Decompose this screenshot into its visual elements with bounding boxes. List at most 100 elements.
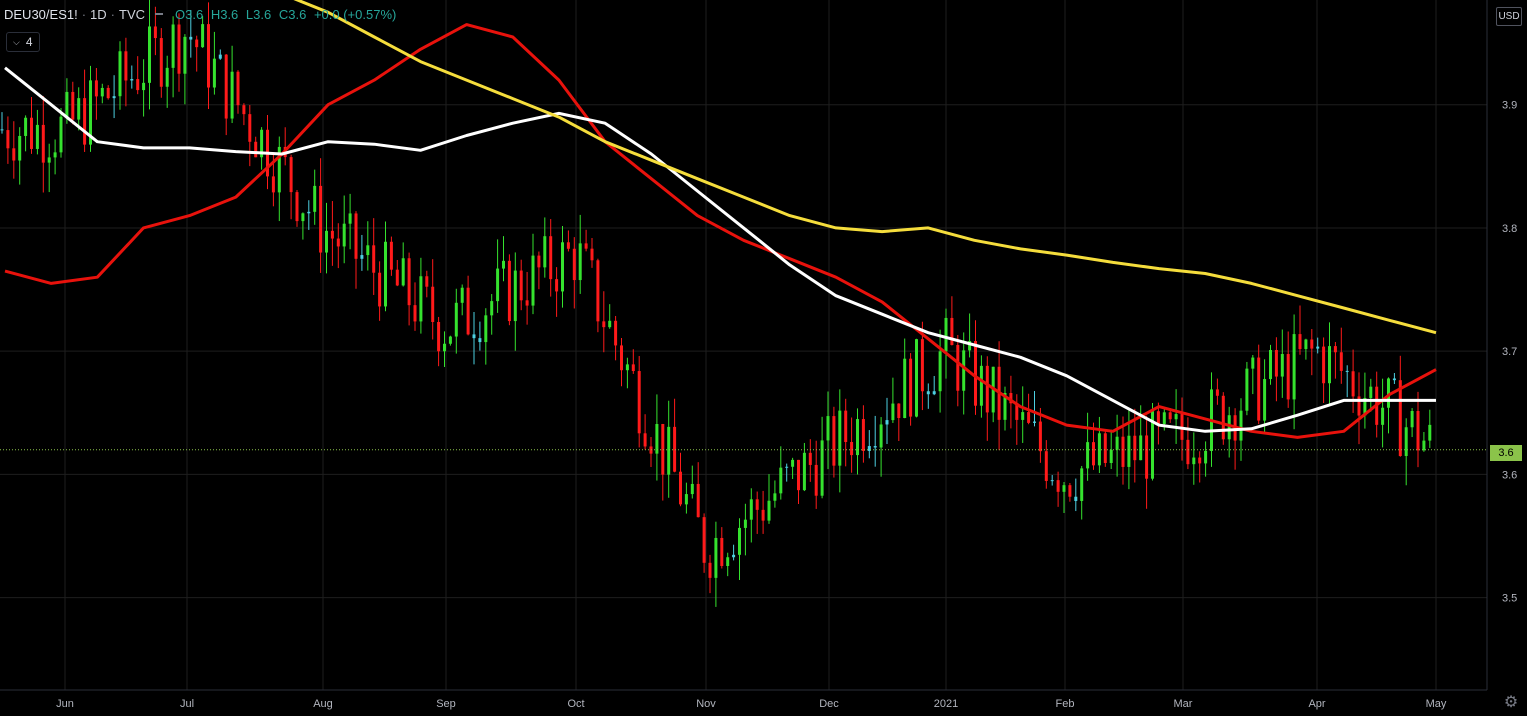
- candle-body: [1428, 424, 1432, 441]
- candle-body: [1156, 411, 1160, 424]
- candle-body: [130, 79, 134, 81]
- candle-body: [944, 317, 948, 352]
- candle-body: [47, 157, 51, 163]
- candle-body: [885, 420, 889, 425]
- currency-button[interactable]: USD: [1496, 7, 1522, 26]
- legend-separator: ·: [110, 6, 116, 22]
- price-chart[interactable]: 3.53.63.73.83.94.0 JunJulAugSepOctNovDec…: [0, 0, 1527, 716]
- candle-body: [212, 58, 216, 88]
- candle-body: [153, 26, 157, 39]
- candle-body: [484, 315, 488, 343]
- candle-body: [808, 452, 812, 465]
- candle-body: [502, 260, 505, 269]
- candle-body: [360, 255, 364, 259]
- candle-body: [425, 276, 429, 287]
- candle-body: [1422, 440, 1426, 451]
- candle-body: [537, 255, 541, 268]
- candle-body: [1192, 457, 1196, 465]
- candle-body: [1074, 496, 1078, 501]
- candle-body: [726, 557, 730, 566]
- candle-body: [578, 243, 582, 281]
- price-tick-label: 3.7: [1502, 346, 1517, 358]
- open-value: O3.6: [175, 6, 204, 22]
- candle-body: [301, 213, 305, 222]
- candle-body: [106, 87, 110, 99]
- candle-body: [507, 260, 511, 322]
- candle-body: [637, 371, 641, 434]
- candle-body: [148, 26, 151, 83]
- candle-body: [242, 105, 246, 115]
- interval-label[interactable]: 1D: [90, 7, 107, 22]
- candle-body: [1292, 334, 1296, 400]
- candle-body: [189, 36, 193, 40]
- ohlc-values: O3.6 H3.6 L3.6 C3.6 +0.0 (+0.57%): [175, 7, 400, 22]
- candle-body: [271, 176, 275, 193]
- candle-body: [313, 185, 317, 212]
- candle-body: [1103, 433, 1107, 464]
- candle-body: [608, 320, 612, 328]
- candle-body: [454, 302, 458, 337]
- candle-body: [1056, 480, 1060, 492]
- candle-body: [974, 340, 977, 406]
- candle-body: [749, 499, 753, 520]
- candle-body: [643, 433, 647, 447]
- candle-body: [590, 248, 594, 261]
- candle-body: [938, 351, 942, 392]
- candle-body: [631, 364, 635, 372]
- candle-body: [543, 236, 547, 268]
- candle-body: [1198, 457, 1202, 464]
- candle-body: [207, 24, 210, 88]
- candle-body: [348, 213, 352, 224]
- indicators-toggle[interactable]: ⌵ 4: [6, 32, 40, 52]
- candle-body: [1221, 395, 1225, 440]
- candle-body: [1133, 435, 1137, 461]
- symbol-name[interactable]: DEU30/ES1!: [4, 7, 78, 22]
- gear-icon[interactable]: ⚙: [1500, 691, 1522, 713]
- candle-body: [1333, 346, 1337, 353]
- price-tick-label: 3.8: [1502, 223, 1517, 235]
- candle-body: [926, 391, 930, 395]
- candle-body: [1092, 442, 1095, 466]
- candle-body: [1038, 421, 1042, 452]
- candle-body: [531, 255, 535, 306]
- candle-body: [920, 339, 924, 392]
- candle-body: [797, 459, 800, 491]
- time-tick-label: Feb: [1056, 698, 1075, 710]
- candle-body: [1062, 485, 1066, 492]
- candle-body: [555, 279, 559, 292]
- candle-body: [30, 117, 33, 149]
- candle-body: [1404, 427, 1408, 456]
- candle-body: [1174, 414, 1178, 420]
- price-tick-label: 3.5: [1502, 593, 1517, 605]
- candle-body: [1109, 449, 1113, 464]
- candle-body: [1121, 436, 1125, 467]
- candle-body: [850, 442, 854, 456]
- candle-body: [519, 270, 523, 301]
- candle-body: [1044, 451, 1048, 481]
- candle-body: [614, 320, 618, 346]
- candle-body: [1304, 339, 1308, 350]
- symbol-legend[interactable]: DEU30/ES1! · 1D · TVC O3.6 H3.6 L3.6 C3.…: [4, 4, 400, 24]
- candle-body: [1345, 370, 1349, 372]
- candle-body: [466, 287, 470, 335]
- chart-background: [0, 0, 1527, 716]
- candle-body: [53, 152, 57, 158]
- time-tick-label: Dec: [819, 698, 839, 710]
- candle-body: [330, 230, 334, 239]
- candle-body: [12, 148, 16, 161]
- candle-body: [1280, 354, 1284, 377]
- indicator-count: 4: [25, 35, 33, 49]
- candle-body: [437, 321, 441, 352]
- price-tick-label: 3.6: [1502, 469, 1517, 481]
- candle-body: [118, 51, 122, 97]
- candle-body: [0, 129, 4, 131]
- candle-body: [802, 452, 806, 491]
- candle-body: [1239, 410, 1243, 441]
- candle-body: [490, 301, 494, 316]
- candle-body: [1115, 436, 1119, 450]
- candle-body: [602, 321, 606, 328]
- candle-body: [248, 114, 252, 142]
- candle-body: [667, 426, 671, 475]
- candle-body: [1286, 354, 1290, 400]
- candle-body: [1215, 389, 1219, 396]
